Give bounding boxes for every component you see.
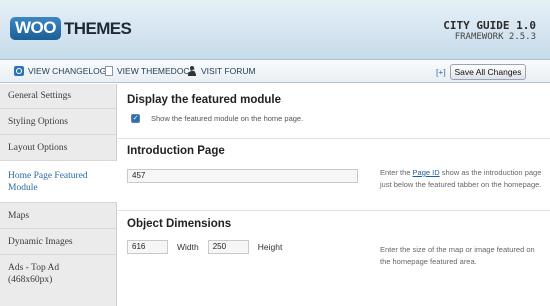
sidebar-item-label: Maps — [8, 210, 30, 221]
object-dimensions-description: Enter the size of the map or image featu… — [380, 245, 535, 266]
sidebar-item-home-page-featured-module[interactable]: Home Page Featured Module — [0, 161, 117, 203]
sidebar-item-ads-top-ad[interactable]: Ads - Top Ad (468x60px) — [0, 255, 116, 292]
width-label: Width — [177, 242, 199, 252]
sidebar-item-styling-options[interactable]: Styling Options — [0, 109, 116, 135]
object-dimensions-title: Object Dimensions — [127, 218, 232, 230]
sidebar-item-layout-options[interactable]: Layout Options — [0, 135, 116, 161]
sidebar-item-general-settings[interactable]: General Settings — [0, 84, 116, 109]
featured-module-checkbox-label: Show the featured module on the home pag… — [151, 114, 304, 123]
view-changelog-link[interactable]: VIEW CHANGELOG — [14, 66, 106, 76]
save-all-changes-button[interactable]: Save All Changes — [450, 64, 526, 80]
width-input[interactable]: 616 — [127, 240, 168, 254]
introduction-page-id-input[interactable]: 457 — [127, 169, 358, 183]
view-themedocs-label: VIEW THEMEDOCS — [117, 66, 196, 76]
featured-module-title: Display the featured module — [127, 94, 282, 106]
sidebar: General Settings Styling Options Layout … — [0, 84, 117, 306]
introduction-page-title: Introduction Page — [127, 145, 225, 157]
checkmark-icon: ✓ — [132, 115, 139, 122]
user-icon — [187, 66, 197, 76]
woothemes-logo[interactable]: WOO THEMES — [10, 17, 132, 40]
sidebar-item-label: General Settings — [8, 91, 72, 101]
logo-themes: THEMES — [64, 18, 132, 38]
sidebar-item-label: Styling Options — [8, 116, 68, 127]
theme-info: CITY GUIDE 1.0 FRAMEWORK 2.5.3 — [443, 20, 536, 43]
sidebar-item-label: Dynamic Images — [8, 236, 73, 247]
intro-desc-before: Enter the — [380, 168, 413, 177]
sidebar-item-label: Layout Options — [8, 142, 68, 153]
introduction-page-section: Introduction Page 457 Enter the Page ID … — [127, 145, 541, 189]
introduction-page-description: Enter the Page ID show as the introducti… — [380, 167, 545, 191]
visit-forum-label: VISIT FORUM — [201, 66, 256, 76]
changelog-icon — [14, 66, 24, 76]
sidebar-item-label: Home Page Featured Module — [8, 170, 88, 193]
visit-forum-link[interactable]: VISIT FORUM — [187, 66, 256, 76]
height-label: Height — [257, 242, 283, 252]
view-changelog-label: VIEW CHANGELOG — [28, 66, 107, 76]
toolbar: VIEW CHANGELOG VIEW THEMEDOCS VISIT FORU… — [0, 61, 550, 83]
main-content: Display the featured module ✓ Show the f… — [117, 84, 550, 306]
page-id-link[interactable]: Page ID — [413, 168, 440, 177]
height-input[interactable]: 250 — [207, 240, 249, 254]
expand-all-toggle[interactable]: [+] — [436, 67, 446, 77]
object-dimensions-section: Object Dimensions 616 Width 250 Height E… — [127, 218, 537, 266]
sidebar-item-label: Ads - Top Ad (468x60px) — [8, 262, 60, 285]
header: WOO THEMES CITY GUIDE 1.0 FRAMEWORK 2.5.… — [0, 0, 550, 60]
section-divider — [117, 138, 550, 139]
theme-name: CITY GUIDE 1.0 — [443, 19, 536, 32]
view-themedocs-link[interactable]: VIEW THEMEDOCS — [105, 66, 195, 76]
section-divider — [117, 210, 550, 211]
sidebar-item-dynamic-images[interactable]: Dynamic Images — [0, 229, 116, 255]
featured-module-checkbox[interactable]: ✓ — [131, 114, 140, 123]
featured-module-section: Display the featured module ✓ Show the f… — [127, 94, 537, 123]
sidebar-item-maps[interactable]: Maps — [0, 203, 116, 229]
featured-module-option: ✓ Show the featured module on the home p… — [131, 114, 537, 123]
logo-woo: WOO — [10, 17, 61, 40]
framework-version: FRAMEWORK 2.5.3 — [454, 32, 536, 42]
document-icon — [105, 66, 113, 76]
